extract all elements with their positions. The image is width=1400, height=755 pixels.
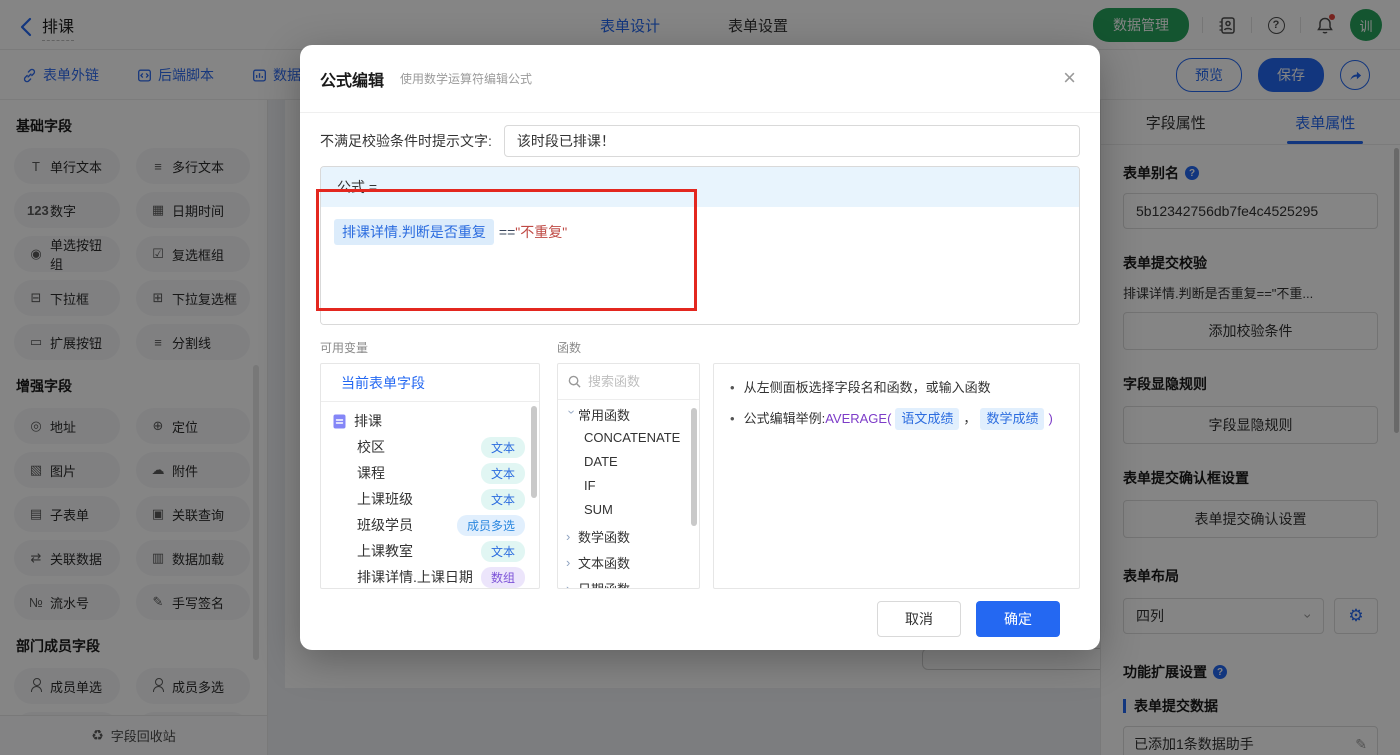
variables-scrollbar[interactable] <box>531 406 537 498</box>
variable-row[interactable]: 排课详情.上课日期 数组 <box>321 564 539 588</box>
function-item[interactable]: SUM <box>558 498 699 522</box>
confirm-button[interactable]: 确定 <box>976 601 1060 637</box>
function-item[interactable]: DATE <box>558 450 699 474</box>
variable-row[interactable]: 校区 文本 <box>321 434 539 460</box>
chevron-down-icon: › <box>564 409 580 414</box>
help-example-prefix: 公式编辑举例: <box>743 411 826 426</box>
prompt-text-label: 不满足校验条件时提示文字: <box>320 133 492 149</box>
cancel-button[interactable]: 取消 <box>877 601 961 637</box>
variable-row[interactable]: 上课班级 文本 <box>321 486 539 512</box>
current-form-fields-tab[interactable]: 当前表单字段 <box>321 364 539 402</box>
example-chip: 语文成绩 <box>895 408 960 430</box>
functions-panel: ›常用函数 CONCATENATE DATE IF SUM ›数学函数 ›文本函… <box>557 363 700 589</box>
help-line-1: 从左侧面板选择字段名和函数，或输入函数 <box>743 380 991 395</box>
close-icon[interactable]: × <box>1063 67 1076 89</box>
example-chip: 数学成绩 <box>980 408 1045 430</box>
type-badge: 文本 <box>480 488 525 510</box>
help-comma: ， <box>963 411 977 426</box>
formula-input-area[interactable]: 排课详情.判断是否重复 =="不重复" <box>321 207 1079 324</box>
document-icon <box>333 414 346 428</box>
function-group-math[interactable]: › 数学函数 <box>558 524 699 548</box>
functions-scrollbar[interactable] <box>691 408 697 526</box>
form-root-node[interactable]: 排课 <box>321 408 539 434</box>
formula-operator: == <box>498 224 516 240</box>
chevron-right-icon: › <box>566 554 571 570</box>
modal-subtitle: 使用数学运算符编辑公式 <box>400 72 533 86</box>
search-icon <box>568 375 581 388</box>
formula-field-chip[interactable]: 排课详情.判断是否重复 <box>334 219 494 245</box>
formula-value: "不重复" <box>515 224 568 240</box>
modal-header: 公式编辑 使用数学运算符编辑公式 × <box>300 45 1100 113</box>
type-badge: 数组 <box>480 566 525 588</box>
variables-label: 可用变量 <box>320 341 369 355</box>
function-group-text[interactable]: › 文本函数 <box>558 550 699 574</box>
type-badge: 文本 <box>480 540 525 562</box>
function-group-common[interactable]: › 常用函数 <box>558 402 699 426</box>
formula-editor-modal: 公式编辑 使用数学运算符编辑公式 × 不满足校验条件时提示文字: 公式 = 排课… <box>300 45 1100 650</box>
prompt-text-input[interactable] <box>503 125 1080 157</box>
variable-row[interactable]: 课程 文本 <box>321 460 539 486</box>
function-item[interactable]: IF <box>558 474 699 498</box>
help-panel: • 从左侧面板选择字段名和函数，或输入函数 • 公式编辑举例: AVERAGE( … <box>713 363 1080 589</box>
variables-panel: 当前表单字段 排课 校区 文本 课程 文本 上课班级 文本 班级学员 成员多选 上课教室… <box>320 363 540 589</box>
chevron-right-icon: › <box>566 528 571 544</box>
type-badge: 文本 <box>480 436 525 458</box>
formula-editor: 公式 = 排课详情.判断是否重复 =="不重复" <box>320 166 1080 325</box>
modal-title: 公式编辑 <box>320 72 385 90</box>
help-function-open: AVERAGE( <box>825 411 892 426</box>
chevron-right-icon: › <box>566 580 571 589</box>
functions-label: 函数 <box>557 341 582 355</box>
type-badge: 文本 <box>480 462 525 484</box>
type-badge: 成员多选 <box>456 514 525 536</box>
help-function-close: ) <box>1048 411 1053 426</box>
formula-header: 公式 = <box>321 167 1079 207</box>
function-item[interactable]: CONCATENATE <box>558 426 699 450</box>
variable-row[interactable]: 班级学员 成员多选 <box>321 512 539 538</box>
variable-row[interactable]: 上课教室 文本 <box>321 538 539 564</box>
function-search-input[interactable] <box>588 374 678 389</box>
function-group-date[interactable]: › 日期函数 <box>558 576 699 589</box>
